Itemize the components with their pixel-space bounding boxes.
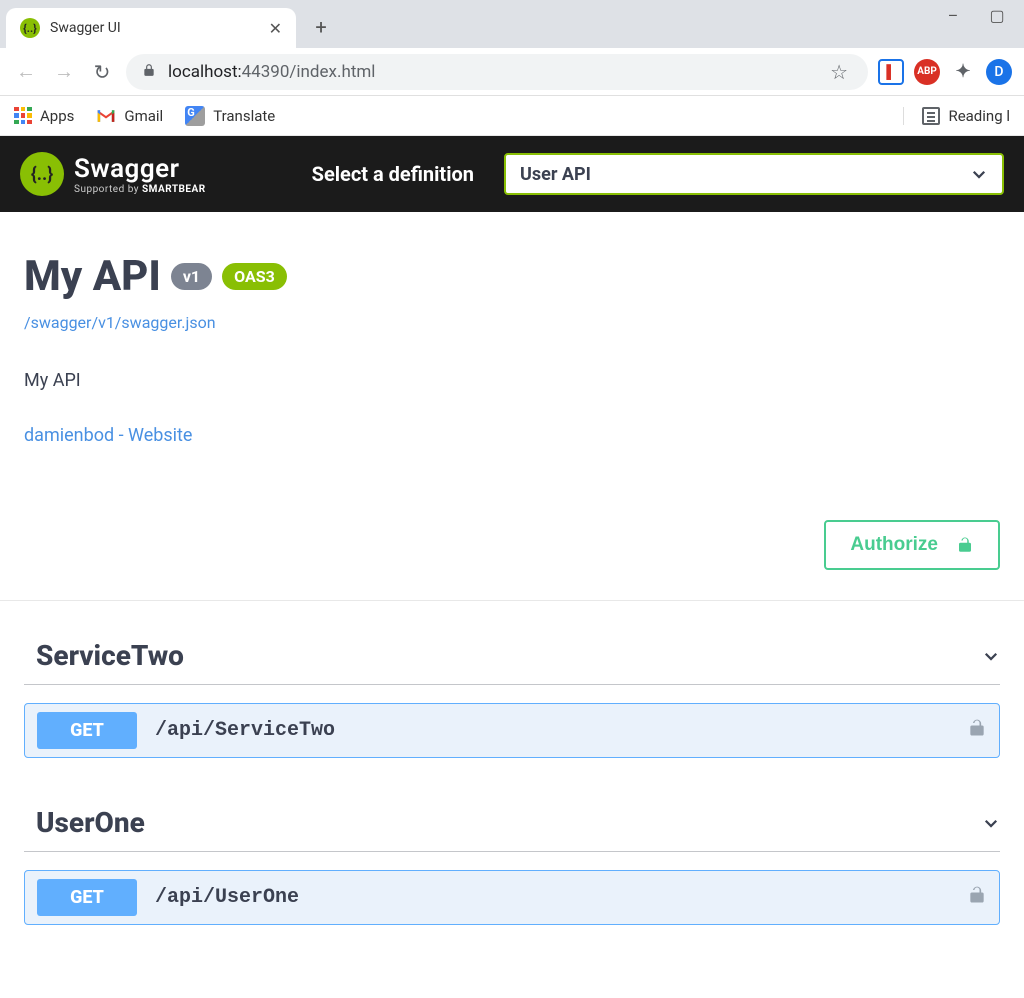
oas-version-badge: OAS3 [222,263,287,290]
browser-tab[interactable]: {..} Swagger UI ✕ [6,8,296,48]
unlock-icon [967,885,987,910]
bookmark-apps[interactable]: Apps [14,107,74,125]
extensions-menu-icon[interactable]: ✦ [950,59,976,85]
definition-select[interactable]: User API [504,153,1004,195]
tag-name: UserOne [36,806,145,839]
swagger-topbar: {..} Swagger Supported by SMARTBEAR Sele… [0,136,1024,212]
gmail-icon [96,108,116,124]
bookmark-label: Gmail [124,107,163,125]
tag-header[interactable]: UserOne [24,798,1000,852]
operation-row[interactable]: GET /api/UserOne [24,870,1000,925]
bookmark-translate[interactable]: Translate [185,106,275,126]
tag-block-userone: UserOne GET /api/UserOne [24,798,1000,925]
translate-icon [185,106,205,126]
adblock-extension-icon[interactable]: ABP [914,59,940,85]
swagger-favicon: {..} [20,18,40,38]
operation-path: /api/UserOne [155,886,299,909]
bookmark-label: Translate [213,107,275,125]
api-contact-link[interactable]: damienbod - Website [24,425,192,446]
spec-json-link[interactable]: /swagger/v1/swagger.json [24,313,216,332]
reading-list-button[interactable]: Reading l [903,107,1010,125]
new-tab-button[interactable]: + [306,12,336,42]
tag-block-servicetwo: ServiceTwo GET /api/ServiceTwo [24,631,1000,758]
lock-icon [142,63,156,81]
chevron-down-icon [982,814,1000,832]
profile-avatar[interactable]: D [986,59,1012,85]
chevron-down-icon [970,165,988,183]
bookmark-bar: Apps Gmail Translate Reading l [0,96,1024,136]
scheme-section: Authorize [0,496,1024,600]
chevron-down-icon [982,647,1000,665]
reading-list-icon [922,107,940,125]
authorize-button-label: Authorize [850,534,938,556]
extension-icon-1[interactable]: ▌ [878,59,904,85]
address-bar[interactable]: localhost:44390/index.html ☆ [126,54,868,90]
swagger-logo[interactable]: {..} Swagger Supported by SMARTBEAR [20,152,206,196]
tag-header[interactable]: ServiceTwo [24,631,1000,685]
reload-button[interactable]: ↻ [88,58,116,86]
window-controls: – ▢ [944,0,1024,24]
minimize-button[interactable]: – [944,6,962,24]
operations-section: ServiceTwo GET /api/ServiceTwo UserOne G… [0,601,1024,925]
back-button[interactable]: ← [12,58,40,86]
reading-list-label: Reading l [948,107,1010,125]
http-method-badge: GET [37,712,137,749]
browser-nav-bar: ← → ↻ localhost:44390/index.html ☆ ▌ ABP… [0,48,1024,96]
tab-title: Swagger UI [50,20,259,36]
close-tab-icon[interactable]: ✕ [269,19,282,38]
url-display: localhost:44390/index.html [168,62,375,82]
unlock-icon [956,536,974,554]
api-description: My API [24,370,1000,391]
maximize-button[interactable]: ▢ [988,6,1006,24]
operation-path: /api/ServiceTwo [155,719,335,742]
bookmark-gmail[interactable]: Gmail [96,107,163,125]
api-version-badge: v1 [171,263,212,290]
api-info-section: My API v1 OAS3 /swagger/v1/swagger.json … [0,212,1024,496]
authorize-button[interactable]: Authorize [824,520,1000,570]
forward-button[interactable]: → [50,58,78,86]
apps-grid-icon [14,107,32,125]
swagger-supported-by: Supported by SMARTBEAR [74,184,206,195]
swagger-brand-text: Swagger [74,154,206,184]
definition-selected-value: User API [520,164,591,185]
browser-tab-strip: {..} Swagger UI ✕ + – ▢ [0,0,1024,48]
operation-row[interactable]: GET /api/ServiceTwo [24,703,1000,758]
tag-name: ServiceTwo [36,639,184,672]
http-method-badge: GET [37,879,137,916]
swagger-logo-icon: {..} [20,152,64,196]
bookmark-label: Apps [40,107,74,125]
bookmark-star-icon[interactable]: ☆ [830,60,852,84]
definition-select-label: Select a definition [312,162,474,186]
api-title: My API [24,252,161,301]
unlock-icon [967,718,987,743]
